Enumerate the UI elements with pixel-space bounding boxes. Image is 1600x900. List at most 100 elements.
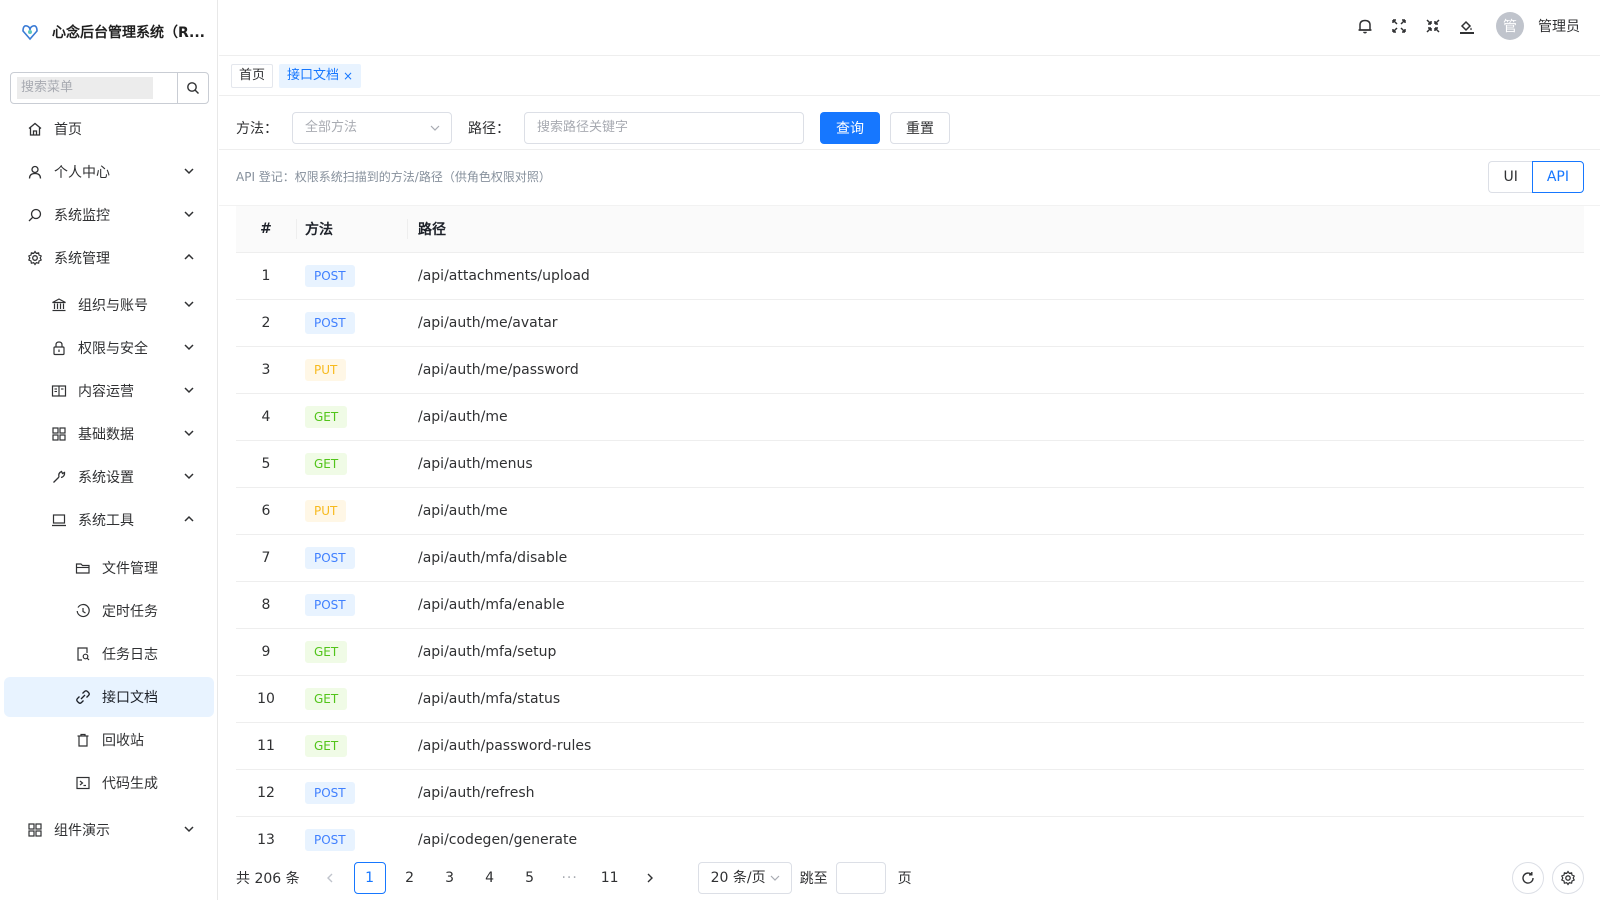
- row-path: /api/auth/menus: [418, 456, 533, 472]
- sidebar-item-api-docs[interactable]: 接口文档: [4, 677, 214, 717]
- row-method: POST: [297, 312, 407, 334]
- page-button[interactable]: 2: [394, 862, 426, 894]
- sidebar: 心念后台管理系统（R... 搜索菜单 首页 个人中心 系统监控 系统管理 组织与…: [0, 0, 218, 900]
- method-label: 方法：: [236, 121, 278, 137]
- compress-icon[interactable]: [1422, 15, 1444, 37]
- jump-label: 跳至: [799, 871, 828, 887]
- row-method: POST: [297, 782, 407, 804]
- refresh-icon: [1522, 872, 1534, 884]
- row-index: 1: [261, 268, 271, 284]
- sidebar-item-monitor[interactable]: 系统监控: [4, 195, 214, 235]
- sidebar-item-label: 组织与账号: [78, 298, 148, 314]
- path-search-input[interactable]: 搜索路径关键字: [524, 112, 804, 144]
- row-method: POST: [297, 829, 407, 851]
- table-row[interactable]: 8 POST/api/auth/mfa/enable: [236, 582, 1584, 629]
- table-row[interactable]: 5 GET/api/auth/menus: [236, 441, 1584, 488]
- table-row[interactable]: 7 POST/api/auth/mfa/disable: [236, 535, 1584, 582]
- method-tag: POST: [305, 312, 355, 334]
- view-toggle-api[interactable]: API: [1531, 161, 1584, 193]
- sidebar-item-content-ops[interactable]: 内容运营: [4, 371, 214, 411]
- sidebar-item-home[interactable]: 首页: [4, 109, 214, 149]
- chevron-down-icon: [430, 125, 440, 131]
- method-tag: PUT: [305, 359, 347, 381]
- page-button[interactable]: 11: [594, 862, 626, 894]
- table-row[interactable]: 13 POST/api/codegen/generate: [236, 817, 1584, 852]
- gear-icon: [1560, 870, 1576, 886]
- table-row[interactable]: 12 POST/api/auth/refresh: [236, 770, 1584, 817]
- sidebar-item-system-admin[interactable]: 系统管理: [4, 238, 214, 278]
- sidebar-item-profile[interactable]: 个人中心: [4, 152, 214, 192]
- chevron-down-icon: [184, 387, 194, 394]
- path-label: 路径：: [468, 121, 510, 137]
- chevron-down-icon: [184, 301, 194, 308]
- close-icon[interactable]: ×: [343, 65, 353, 87]
- fullscreen-icon[interactable]: [1388, 15, 1410, 37]
- refresh-button[interactable]: [1512, 862, 1544, 894]
- trash-icon: [74, 731, 92, 749]
- row-path: /api/auth/mfa/enable: [418, 597, 565, 613]
- page-suffix: 页: [897, 871, 912, 887]
- bell-icon[interactable]: [1354, 15, 1376, 37]
- sidebar-item-system-settings[interactable]: 系统设置: [4, 457, 214, 497]
- page-button[interactable]: 4: [474, 862, 506, 894]
- table-row[interactable]: 2 POST/api/auth/me/avatar: [236, 300, 1584, 347]
- prev-page-button[interactable]: [314, 862, 346, 894]
- more-pages-button[interactable]: ···: [554, 862, 586, 894]
- top-header: 管 管理员: [219, 0, 1600, 56]
- row-method: GET: [297, 688, 407, 710]
- sidebar-item-label: 首页: [54, 122, 82, 138]
- logo-icon: [22, 25, 38, 41]
- table-row[interactable]: 3 PUT/api/auth/me/password: [236, 347, 1584, 394]
- menu-search-input[interactable]: 搜索菜单: [11, 73, 177, 103]
- api-link-icon: [74, 688, 92, 706]
- sidebar-item-file-manage[interactable]: 文件管理: [4, 548, 214, 588]
- sidebar-item-label: 定时任务: [102, 604, 158, 620]
- table-settings-button[interactable]: [1552, 862, 1584, 894]
- query-button[interactable]: 查询: [820, 112, 880, 144]
- table-row[interactable]: 1 POST/api/attachments/upload: [236, 253, 1584, 300]
- chevron-down-icon: [184, 211, 194, 218]
- sidebar-item-org-account[interactable]: 组织与账号: [4, 285, 214, 325]
- table-row[interactable]: 9 GET/api/auth/mfa/setup: [236, 629, 1584, 676]
- sidebar-item-permission-security[interactable]: 权限与安全: [4, 328, 214, 368]
- tab-api-docs[interactable]: 接口文档 ×: [279, 63, 362, 88]
- sidebar-item-label: 基础数据: [78, 427, 134, 443]
- sidebar-item-task-log[interactable]: 任务日志: [4, 634, 214, 674]
- table-row[interactable]: 11 GET/api/auth/password-rules: [236, 723, 1584, 770]
- sidebar-item-code-gen[interactable]: 代码生成: [4, 763, 214, 803]
- next-page-button[interactable]: [634, 862, 666, 894]
- method-select[interactable]: 全部方法: [292, 112, 452, 144]
- sidebar-item-base-data[interactable]: 基础数据: [4, 414, 214, 454]
- table-row[interactable]: 6 PUT/api/auth/me: [236, 488, 1584, 535]
- table-row[interactable]: 10 GET/api/auth/mfa/status: [236, 676, 1584, 723]
- page-button[interactable]: 5: [514, 862, 546, 894]
- jump-page-input[interactable]: [835, 862, 886, 894]
- user-name[interactable]: 管理员: [1538, 16, 1580, 36]
- method-tag: PUT: [305, 500, 347, 522]
- row-index: 12: [257, 785, 275, 801]
- sidebar-item-component-demo[interactable]: 组件演示: [4, 810, 214, 850]
- tab-home[interactable]: 首页: [231, 63, 274, 88]
- lock-icon: [50, 339, 68, 357]
- table-header: # 方法 路径: [236, 206, 1584, 253]
- view-toggle-ui[interactable]: UI: [1488, 161, 1532, 193]
- page-size-select[interactable]: 20 条/页: [697, 862, 792, 894]
- sidebar-item-scheduled-task[interactable]: 定时任务: [4, 591, 214, 631]
- user-icon: [26, 163, 44, 181]
- api-registry-hint: API 登记：权限系统扫描到的方法/路径（供角色权限对照）: [236, 170, 551, 184]
- book-icon: [50, 382, 68, 400]
- sidebar-item-recycle-bin[interactable]: 回收站: [4, 720, 214, 760]
- row-path: /api/auth/refresh: [418, 785, 535, 801]
- grid-icon: [26, 821, 44, 839]
- avatar[interactable]: 管: [1496, 12, 1524, 40]
- theme-paint-icon[interactable]: [1456, 15, 1478, 37]
- page-button[interactable]: 1: [353, 862, 386, 894]
- reset-button[interactable]: 重置: [890, 112, 950, 144]
- method-tag: GET: [305, 406, 348, 428]
- table-row[interactable]: 4 GET/api/auth/me: [236, 394, 1584, 441]
- page-button[interactable]: 3: [434, 862, 466, 894]
- brand[interactable]: 心念后台管理系统（R...: [0, 0, 217, 64]
- chevron-down-icon: [184, 168, 194, 175]
- sidebar-item-system-tools[interactable]: 系统工具: [4, 500, 214, 540]
- menu-search-button[interactable]: [177, 73, 208, 103]
